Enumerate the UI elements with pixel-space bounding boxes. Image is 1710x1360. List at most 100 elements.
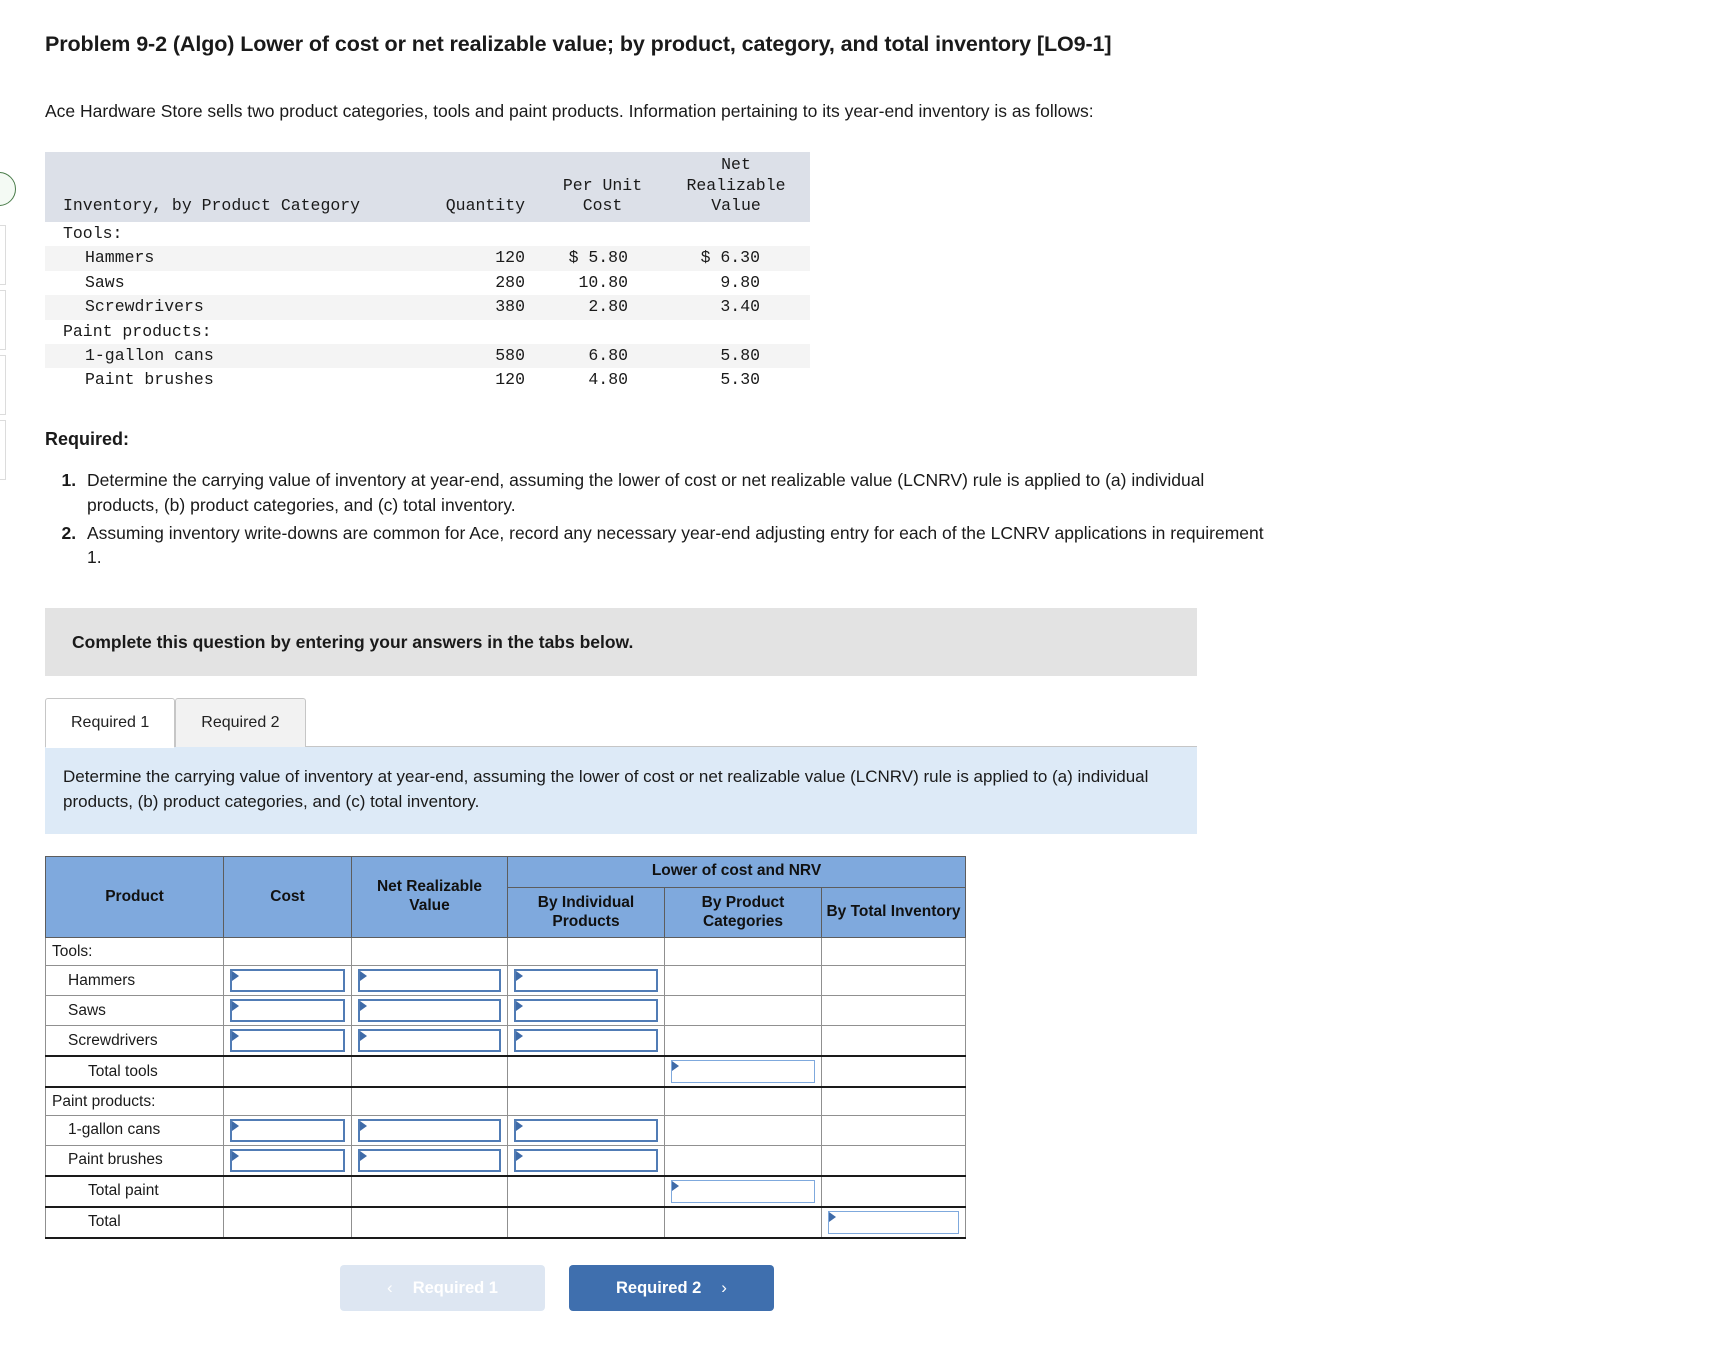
answer-cell-cost[interactable] xyxy=(223,995,352,1027)
inventory-header-nrv: Net Realizable Value xyxy=(670,151,810,222)
answer-cell-cost xyxy=(223,937,352,967)
tab-required-2[interactable]: Required 2 xyxy=(175,698,306,748)
answer-header-product: Product xyxy=(45,855,224,939)
answer-cell-by-product-categories xyxy=(664,1086,822,1116)
inventory-header-nrv-line1: Net Realizable xyxy=(686,154,786,195)
inventory-row: Paint products: xyxy=(45,320,810,344)
inventory-row-nrv: $ 6.30 xyxy=(670,246,810,271)
answer-cell-nrv[interactable] xyxy=(351,1144,508,1177)
input-by-total-inventory[interactable] xyxy=(828,1210,960,1234)
answer-header-row-1: Product Cost Net Realizable Value Lower … xyxy=(45,855,967,939)
navigation-buttons: ‹ Required 1 Required 2 › xyxy=(45,1264,1665,1311)
answer-cell-cost xyxy=(223,1175,352,1208)
input-nrv[interactable] xyxy=(358,1029,501,1053)
answer-cell-cost[interactable] xyxy=(223,1025,352,1058)
inventory-header-cost-line1: Per Unit xyxy=(562,175,643,195)
answer-cell-by-product-categories xyxy=(664,965,822,997)
inventory-header-nrv-line2: Value xyxy=(711,196,761,216)
answer-cell-nrv[interactable] xyxy=(351,965,508,997)
input-nrv[interactable] xyxy=(358,969,501,993)
answer-row-label: Hammers xyxy=(45,965,224,997)
inventory-row-label: Hammers xyxy=(45,246,405,271)
edge-panel-1 xyxy=(0,225,6,285)
answer-table-row: 1-gallon cans xyxy=(45,1114,967,1146)
answer-cell-nrv[interactable] xyxy=(351,995,508,1027)
answer-cell-by-total-inventory xyxy=(820,965,967,997)
tab-required-1[interactable]: Required 1 xyxy=(45,698,176,749)
input-by-individual-products[interactable] xyxy=(514,1118,658,1142)
inventory-row: Screwdrivers 380 2.80 3.40 xyxy=(45,295,810,320)
answer-cell-cost[interactable] xyxy=(223,1144,352,1177)
inventory-row: Saws 280 10.80 9.80 xyxy=(45,271,810,295)
input-by-individual-products[interactable] xyxy=(514,1029,658,1053)
input-by-individual-products[interactable] xyxy=(514,1148,658,1172)
prev-required-1-button[interactable]: ‹ Required 1 xyxy=(340,1264,545,1311)
answer-table-row: Saws xyxy=(45,995,967,1027)
answer-cell-by-individual-products[interactable] xyxy=(507,1144,665,1177)
input-by-individual-products[interactable] xyxy=(514,999,658,1023)
inventory-row-label: Paint brushes xyxy=(85,370,214,390)
answer-header-by-total: By Total Inventory xyxy=(820,886,967,939)
answer-cell-cost xyxy=(223,1055,352,1089)
answer-cell-nrv[interactable] xyxy=(351,1025,508,1058)
input-nrv[interactable] xyxy=(358,999,501,1023)
answer-header-nrv: Net Realizable Value xyxy=(351,855,508,939)
inventory-row-quantity: 120 xyxy=(405,246,535,271)
inventory-row-cost: 10.80 xyxy=(578,272,628,292)
answer-row-label: Total paint xyxy=(45,1175,224,1208)
input-nrv[interactable] xyxy=(358,1148,501,1172)
input-cost[interactable] xyxy=(230,1148,345,1172)
answer-cell-by-individual-products xyxy=(507,937,665,967)
input-cost[interactable] xyxy=(230,969,345,993)
answer-header-by-individual: By Individual Products xyxy=(507,886,665,939)
answer-table-row: Total paint xyxy=(45,1175,967,1208)
answer-cell-by-product-categories[interactable] xyxy=(664,1055,822,1089)
input-cost[interactable] xyxy=(230,1029,345,1053)
next-button-label: Required 2 xyxy=(616,1278,702,1297)
edge-panel-4 xyxy=(0,420,6,480)
inventory-header-cost-line2: Cost xyxy=(582,196,623,216)
answer-header-cost: Cost xyxy=(223,855,352,939)
answer-cell-by-individual-products[interactable] xyxy=(507,995,665,1027)
input-by-individual-products[interactable] xyxy=(514,969,658,993)
answer-entry-table: Product Cost Net Realizable Value Lower … xyxy=(45,855,967,1239)
input-cost[interactable] xyxy=(230,999,345,1023)
answer-cell-by-individual-products[interactable] xyxy=(507,1025,665,1058)
edge-status-circle-icon xyxy=(0,172,16,206)
inventory-row-quantity: 120 xyxy=(495,370,525,390)
inventory-row-nrv: 5.30 xyxy=(720,370,760,390)
answer-cell-by-individual-products xyxy=(507,1206,665,1239)
input-nrv[interactable] xyxy=(358,1118,501,1142)
required-list-item: Determine the carrying value of inventor… xyxy=(81,468,1275,518)
inventory-header-cost: Per Unit Cost xyxy=(535,151,670,222)
answer-cell-cost xyxy=(223,1086,352,1116)
answer-cell-nrv[interactable] xyxy=(351,1114,508,1146)
answer-cell-cost[interactable] xyxy=(223,1114,352,1146)
answer-cell-cost[interactable] xyxy=(223,965,352,997)
answer-cell-by-individual-products xyxy=(507,1086,665,1116)
input-cost[interactable] xyxy=(230,1118,345,1142)
inventory-row-quantity xyxy=(405,222,535,246)
inventory-row-nrv xyxy=(670,320,810,344)
problem-page: Problem 9-2 (Algo) Lower of cost or net … xyxy=(0,0,1710,1360)
answer-cell-by-total-inventory xyxy=(820,1086,967,1116)
answer-cell-by-total-inventory[interactable] xyxy=(820,1206,967,1239)
chevron-left-icon: ‹ xyxy=(387,1278,393,1298)
edge-panel-3 xyxy=(0,355,6,415)
problem-intro: Ace Hardware Store sells two product cat… xyxy=(45,100,1094,121)
answer-cell-by-individual-products[interactable] xyxy=(507,965,665,997)
inventory-row-label: Paint products: xyxy=(63,321,212,341)
requirement-tabs: Required 1 Required 2 xyxy=(45,698,1665,749)
inventory-row-label: Tools: xyxy=(63,223,123,243)
input-by-product-categories[interactable] xyxy=(671,1060,815,1084)
answer-header-by-category: By Product Categories xyxy=(664,886,822,939)
answer-cell-by-total-inventory xyxy=(820,1114,967,1146)
answer-cell-by-product-categories[interactable] xyxy=(664,1175,822,1208)
answer-cell-by-individual-products[interactable] xyxy=(507,1114,665,1146)
answer-cell-nrv xyxy=(351,1055,508,1089)
answer-cell-nrv xyxy=(351,1175,508,1208)
next-required-2-button[interactable]: Required 2 › xyxy=(569,1264,774,1311)
input-by-product-categories[interactable] xyxy=(671,1179,815,1203)
answer-table-row: Total xyxy=(45,1206,967,1239)
required-list-item: Assuming inventory write-downs are commo… xyxy=(81,521,1275,571)
